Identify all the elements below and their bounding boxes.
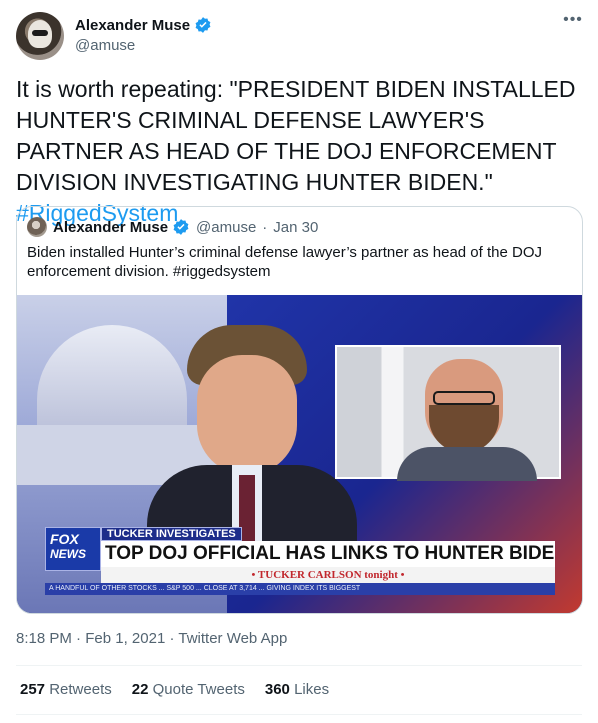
tweet-time[interactable]: 8:18 PM xyxy=(16,630,72,647)
quoted-tweet[interactable]: Alexander Muse @amuse · Jan 30 Biden ins… xyxy=(16,206,583,614)
quoted-header: Alexander Muse @amuse · Jan 30 xyxy=(27,217,318,237)
segment-label: TUCKER INVESTIGATES xyxy=(101,527,242,541)
quoted-author-handle: @amuse xyxy=(196,218,257,236)
inset-suit xyxy=(397,447,537,481)
author-name[interactable]: Alexander Muse xyxy=(75,17,190,34)
avatar-visor xyxy=(32,30,48,36)
quoted-media-image[interactable]: FOX NEWS TUCKER INVESTIGATES TOP DOJ OFF… xyxy=(17,295,582,613)
likes-label: Likes xyxy=(294,681,330,698)
chyron-headline: TOP DOJ OFFICIAL HAS LINKS TO HUNTER BID… xyxy=(101,541,555,567)
author-info: Alexander Muse @amuse xyxy=(75,16,212,54)
divider xyxy=(16,714,582,715)
tweet-body: It is worth repeating: "PRESIDENT BIDEN … xyxy=(16,76,576,195)
quotes-label: Quote Tweets xyxy=(152,681,245,698)
likes-count: 360 xyxy=(264,681,290,698)
show-bar: • TUCKER CARLSON tonight • xyxy=(101,567,555,583)
inset-photo xyxy=(335,345,561,481)
retweets-count: 257 xyxy=(20,681,46,698)
network-logo: FOX NEWS xyxy=(45,527,101,571)
engagement-stats: 257 Retweets 22 Quote Tweets 360 Likes xyxy=(20,681,329,698)
retweets-label: Retweets xyxy=(49,681,112,698)
host-face xyxy=(197,355,297,475)
tweet-header: Alexander Muse @amuse ••• xyxy=(16,12,584,60)
tweet-meta: 8:18 PM · Feb 1, 2021 · Twitter Web App xyxy=(16,630,287,647)
divider xyxy=(16,665,582,666)
quote-tweets-stat[interactable]: 22 Quote Tweets xyxy=(132,681,245,698)
meta-separator: · xyxy=(169,630,175,647)
quoted-author-name: Alexander Muse xyxy=(53,218,169,236)
tweet-source[interactable]: Twitter Web App xyxy=(178,630,287,647)
likes-stat[interactable]: 360 Likes xyxy=(265,681,329,698)
network-logo-line1: FOX xyxy=(50,531,79,547)
more-options-icon[interactable]: ••• xyxy=(562,12,584,34)
quoted-date: Jan 30 xyxy=(273,218,319,236)
verified-badge-icon xyxy=(172,218,190,236)
meta-separator: · xyxy=(76,630,82,647)
verified-badge-icon xyxy=(194,16,212,34)
inset-glasses xyxy=(433,391,495,405)
quoted-separator: · xyxy=(262,218,268,236)
tweet-date[interactable]: Feb 1, 2021 xyxy=(85,630,165,647)
author-name-row: Alexander Muse xyxy=(75,16,212,34)
author-handle[interactable]: @amuse xyxy=(75,37,212,54)
author-avatar[interactable] xyxy=(16,12,64,60)
quoted-text: Biden installed Hunter’s criminal defens… xyxy=(27,244,542,280)
quotes-count: 22 xyxy=(131,681,149,698)
quoted-avatar xyxy=(27,217,47,237)
retweets-stat[interactable]: 257 Retweets xyxy=(20,681,112,698)
host-figure xyxy=(147,325,357,575)
network-logo-line2: NEWS xyxy=(50,547,86,561)
news-ticker: A HANDFUL OF OTHER STOCKS ... S&P 500 ..… xyxy=(45,583,555,595)
